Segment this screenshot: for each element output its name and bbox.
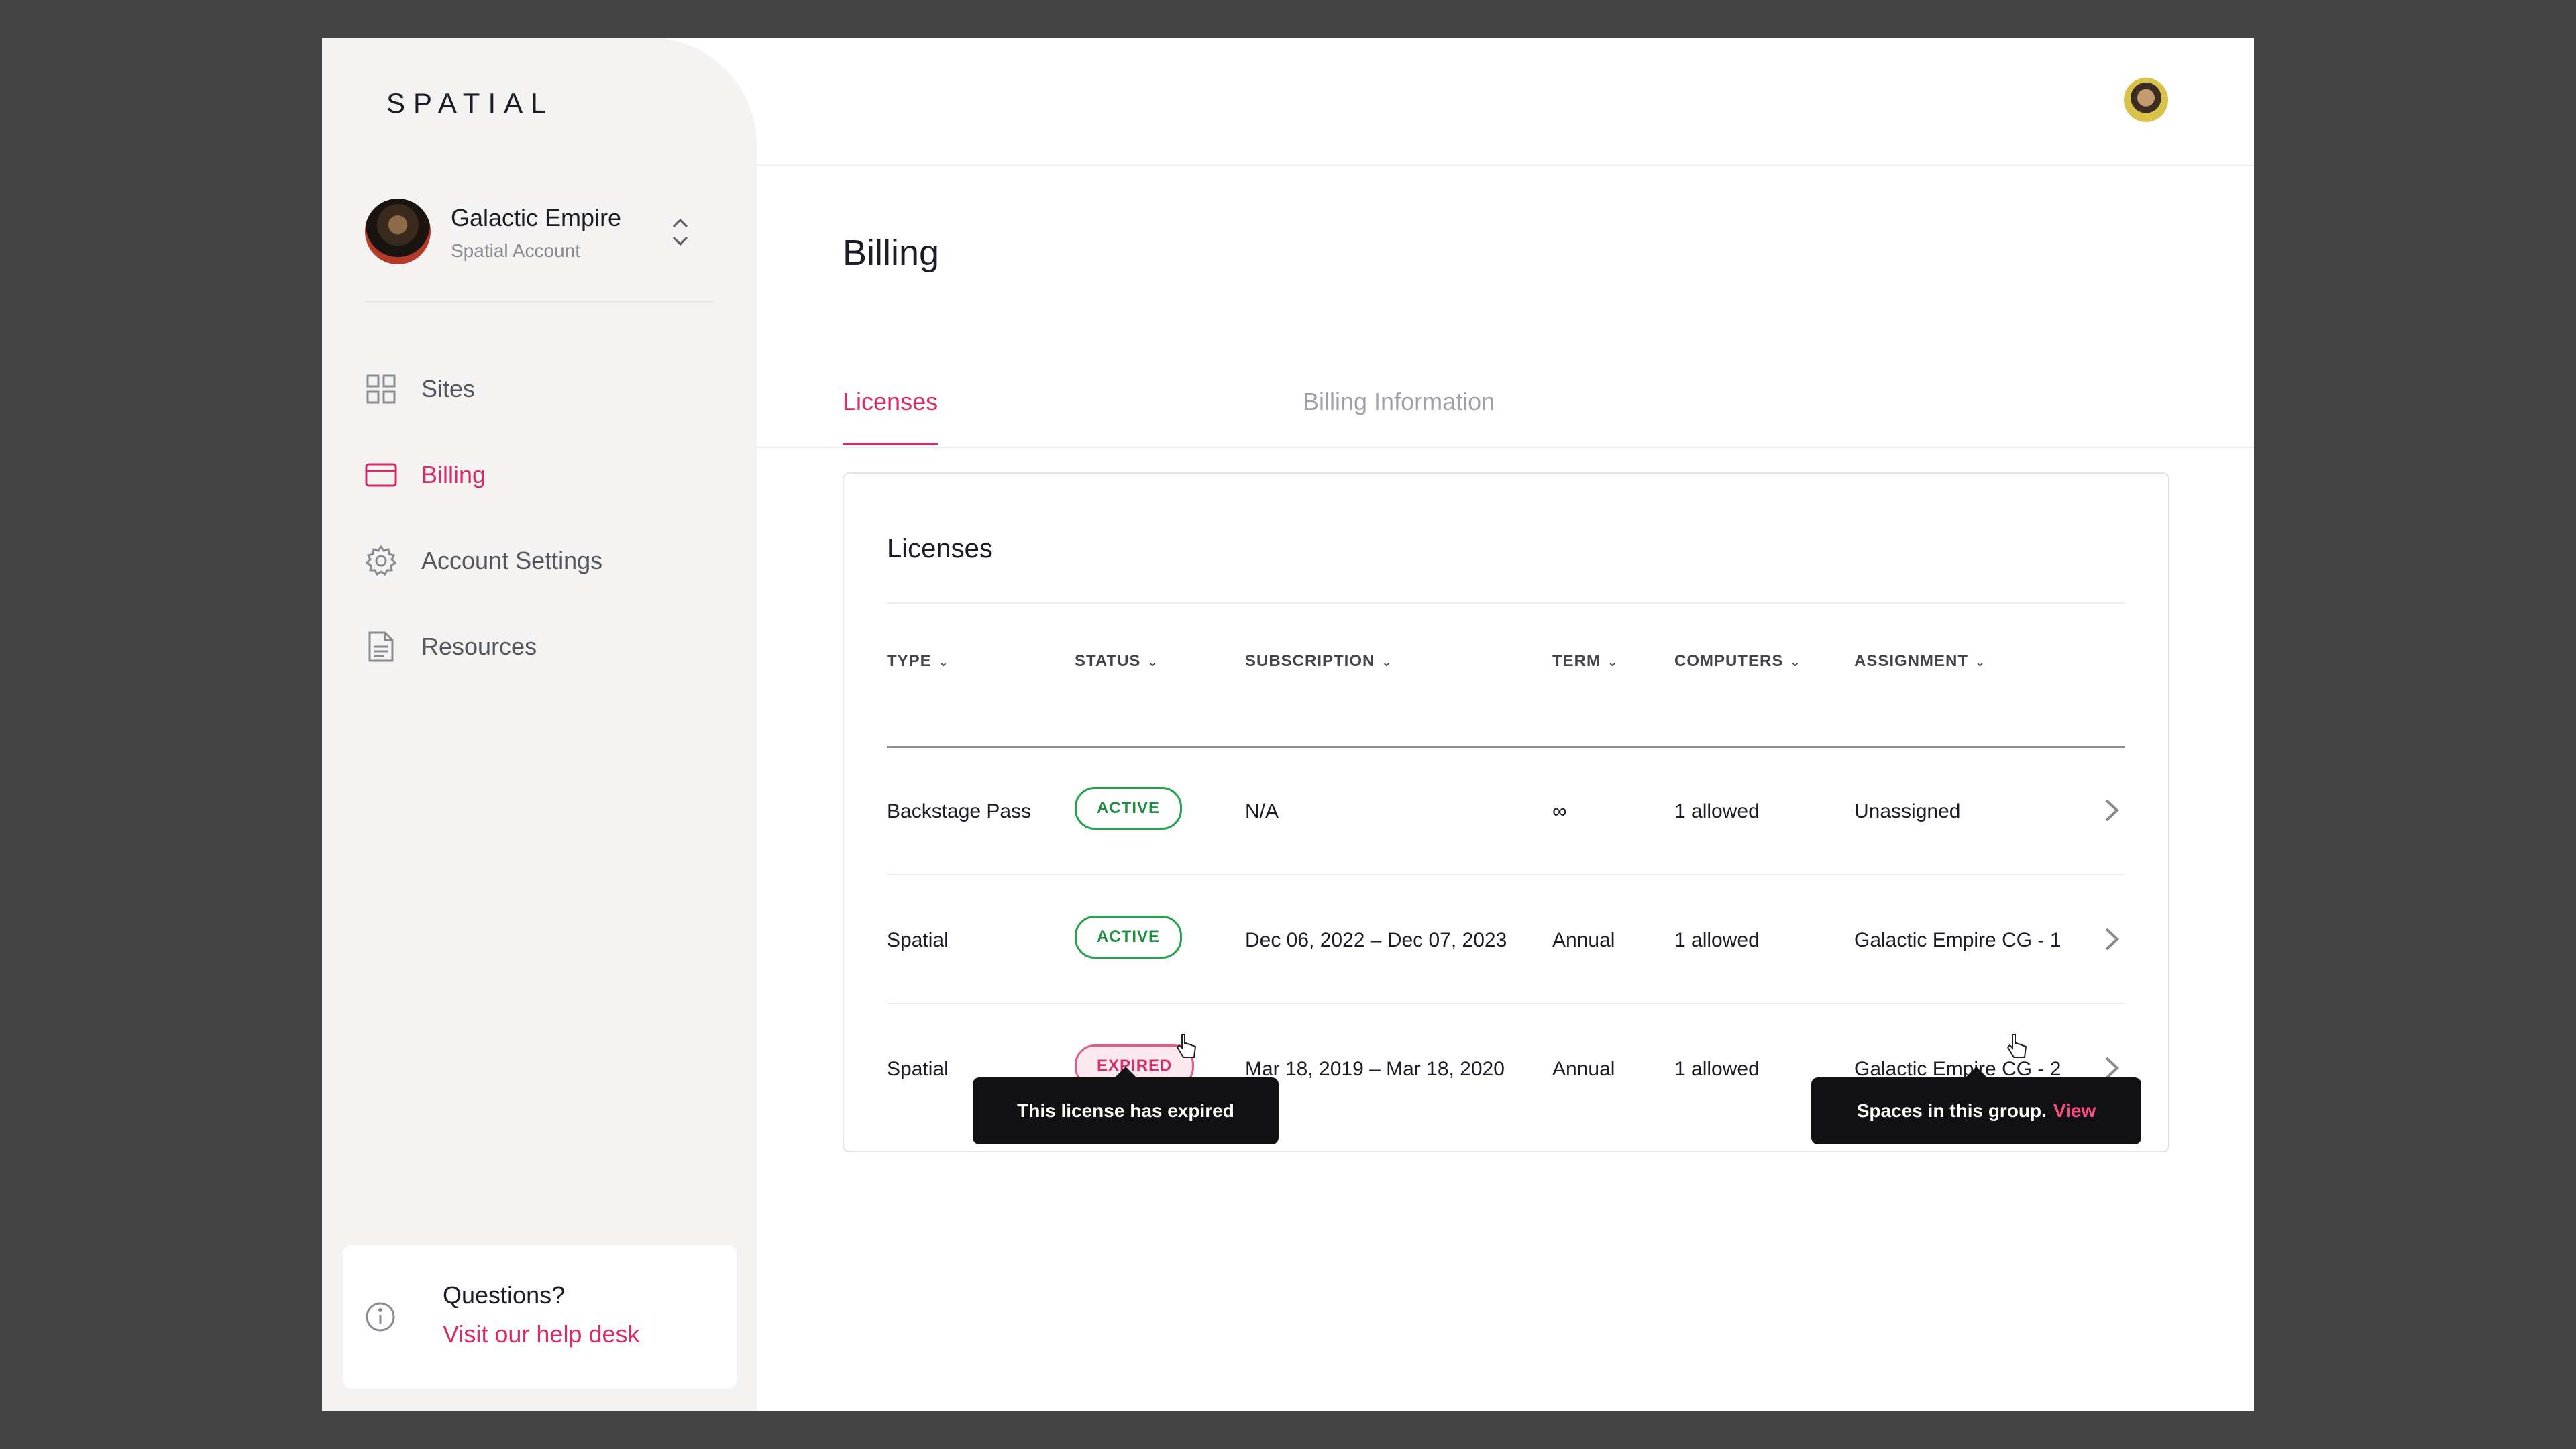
document-icon (365, 631, 397, 663)
chevron-down-icon: ⌄ (1147, 655, 1159, 669)
sidebar-nav: Sites Billing Account Settings Resources (365, 346, 727, 690)
row-divider (887, 874, 2125, 875)
chevron-down-icon: ⌄ (1381, 655, 1393, 669)
account-name: Galactic Empire (451, 204, 622, 231)
account-avatar (365, 199, 431, 264)
column-header-status[interactable]: STATUS ⌄ (1075, 652, 1159, 671)
info-icon (365, 1301, 396, 1332)
spatial-logo[interactable]: SPATIAL (386, 87, 555, 119)
cell-computers: 1 allowed (1674, 800, 1760, 822)
cell-subscription: Mar 18, 2019 – Mar 18, 2020 (1245, 1058, 1505, 1080)
expired-tooltip: This license has expired (973, 1067, 1279, 1144)
tab-licenses[interactable]: Licenses (843, 388, 938, 445)
page-title: Billing (843, 233, 940, 273)
sidebar: SPATIAL Galactic Empire Spatial Account (322, 38, 757, 1411)
column-header-computers[interactable]: COMPUTERS ⌄ (1674, 652, 1801, 671)
card-title: Licenses (887, 534, 993, 564)
tab-bar: Licenses Billing Information (757, 346, 2254, 448)
sidebar-item-billing[interactable]: Billing (365, 432, 727, 518)
sidebar-divider (365, 301, 714, 302)
chevron-down-icon: ⌄ (938, 655, 949, 669)
help-card: Questions? Visit our help desk (343, 1245, 737, 1389)
user-avatar[interactable] (2124, 78, 2168, 122)
cell-computers: 1 allowed (1674, 929, 1760, 951)
chevron-down-icon: ⌄ (1790, 655, 1801, 669)
sidebar-item-account-settings[interactable]: Account Settings (365, 518, 727, 604)
hand-cursor-icon (1174, 1033, 1198, 1060)
gear-icon (365, 545, 397, 577)
licenses-card: Licenses TYPE ⌄ STATUS ⌄ SUBSCRIPTION ⌄ TER… (843, 472, 2169, 1152)
tab-billing-information[interactable]: Billing Information (1303, 388, 1495, 443)
column-header-term[interactable]: TERM ⌄ (1552, 652, 1618, 671)
chevron-down-icon: ⌄ (1607, 655, 1619, 669)
cell-subscription: N/A (1245, 800, 1279, 822)
chevron-right-icon[interactable] (2098, 795, 2125, 826)
cell-term: Annual (1552, 929, 1615, 951)
help-desk-link[interactable]: Visit our help desk (443, 1320, 640, 1348)
sidebar-item-sites[interactable]: Sites (365, 346, 727, 432)
chevron-down-icon: ⌄ (1975, 655, 1986, 669)
column-header-subscription[interactable]: SUBSCRIPTION ⌄ (1245, 652, 1392, 671)
top-bar (757, 38, 2254, 166)
assignment-tooltip: Spaces in this group. View (1811, 1067, 2141, 1144)
column-header-assignment[interactable]: ASSIGNMENT ⌄ (1854, 652, 1986, 671)
hand-cursor-icon (2004, 1033, 2029, 1060)
chevron-right-icon[interactable] (2098, 924, 2125, 955)
help-question: Questions? (443, 1281, 566, 1309)
table-row[interactable]: Backstage Pass ACTIVE N/A ∞ 1 allowed Un… (887, 748, 2125, 875)
sidebar-item-label: Resources (421, 633, 537, 660)
status-badge: ACTIVE (1075, 787, 1183, 830)
table-header: TYPE ⌄ STATUS ⌄ SUBSCRIPTION ⌄ TERM ⌄ COMPUT… (887, 639, 2125, 679)
view-spaces-link[interactable]: View (2053, 1100, 2096, 1122)
cell-type: Spatial (887, 929, 949, 951)
table-row[interactable]: Spatial ACTIVE Dec 06, 2022 – Dec 07, 20… (887, 877, 2125, 1004)
cell-type: Backstage Pass (887, 800, 1032, 822)
grid-icon (365, 373, 397, 405)
cell-subscription: Dec 06, 2022 – Dec 07, 2023 (1245, 929, 1507, 951)
cell-term: Annual (1552, 1058, 1615, 1080)
sidebar-item-label: Billing (421, 461, 486, 488)
sidebar-item-label: Sites (421, 375, 476, 402)
card-divider (887, 602, 2125, 604)
column-header-type[interactable]: TYPE ⌄ (887, 652, 949, 671)
sidebar-item-label: Account Settings (421, 547, 603, 574)
row-divider (887, 1003, 2125, 1004)
account-subtitle: Spatial Account (451, 240, 581, 261)
status-badge: ACTIVE (1075, 916, 1183, 959)
cell-term: ∞ (1552, 800, 1567, 822)
credit-card-icon (365, 459, 397, 491)
cell-type: Spatial (887, 1058, 949, 1080)
cell-assignment[interactable]: Unassigned (1854, 800, 1960, 823)
cell-computers: 1 allowed (1674, 1058, 1760, 1080)
chevron-up-down-icon[interactable] (667, 212, 694, 252)
account-switcher[interactable]: Galactic Empire Spatial Account (365, 199, 714, 295)
sidebar-item-resources[interactable]: Resources (365, 604, 727, 690)
app-window: SPATIAL Galactic Empire Spatial Account (322, 38, 2254, 1411)
cell-assignment[interactable]: Galactic Empire CG - 1 (1854, 929, 2061, 952)
